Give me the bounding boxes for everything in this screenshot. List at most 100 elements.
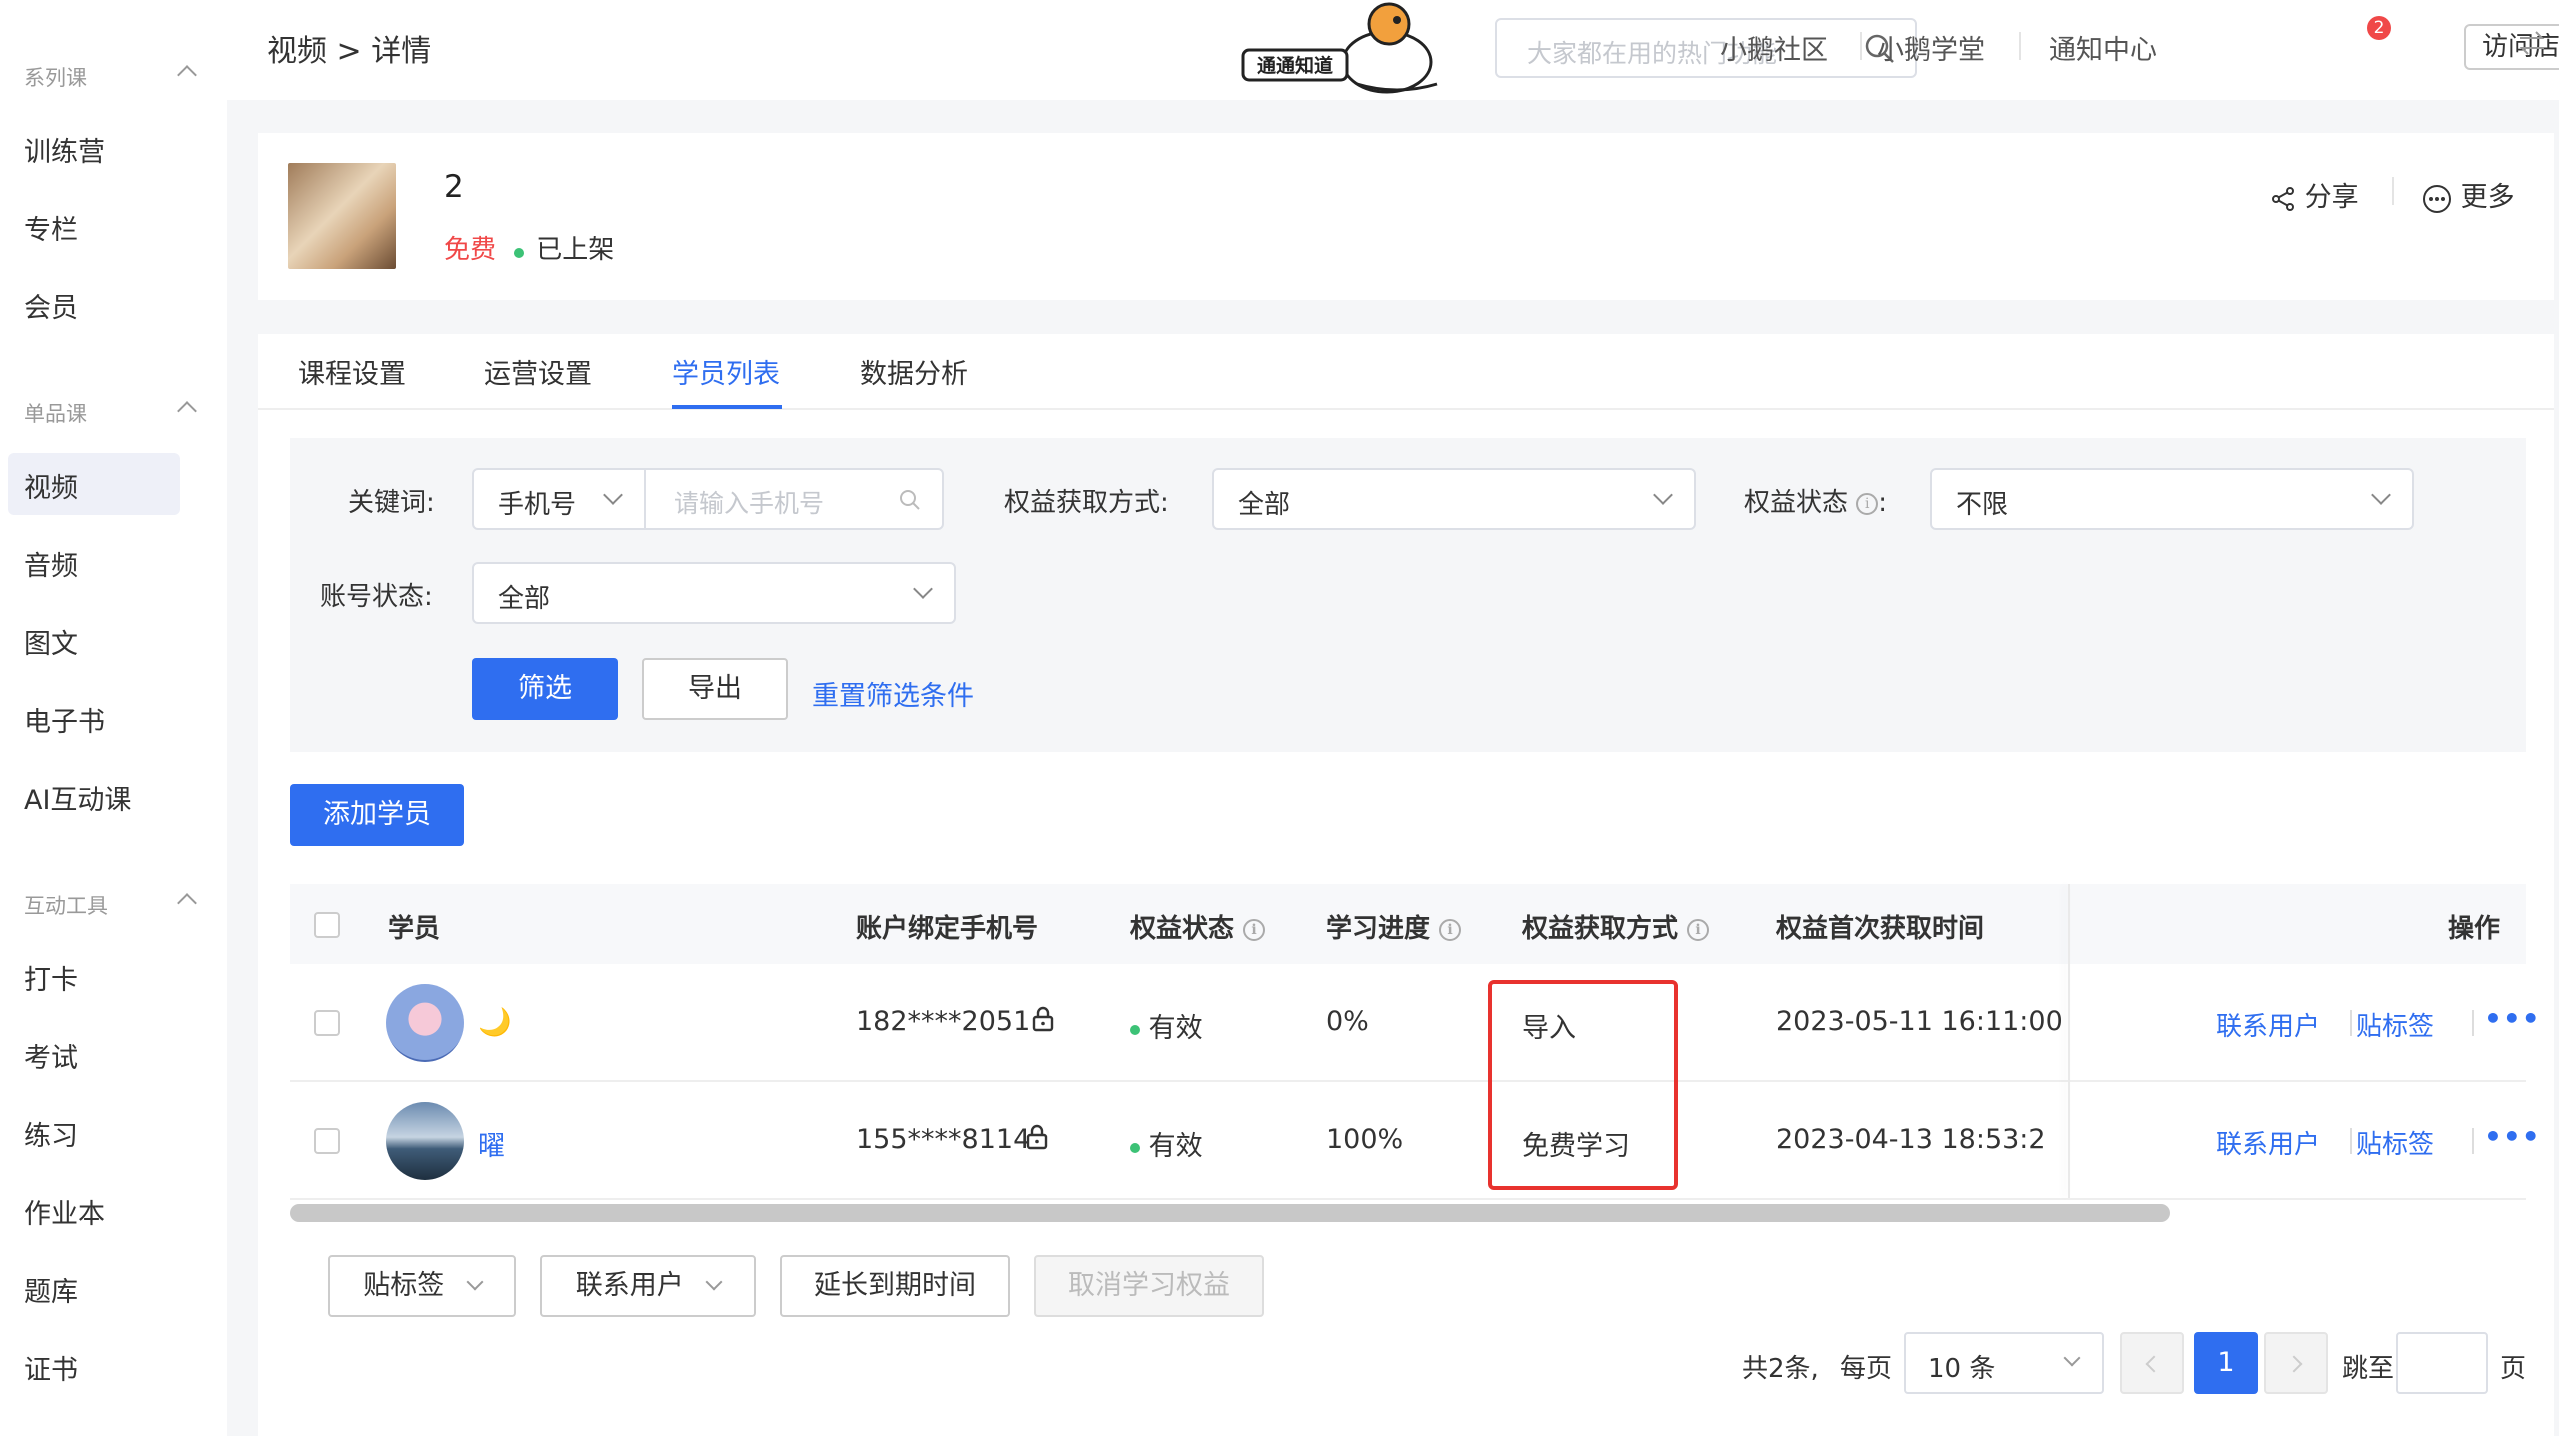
jump-page-input[interactable]: [2396, 1332, 2488, 1394]
chevron-up-icon: [177, 893, 197, 913]
extend-expiry-button[interactable]: 延长到期时间: [780, 1255, 1010, 1317]
page-current[interactable]: 1: [2194, 1332, 2258, 1394]
community-link[interactable]: 小鹅社区: [1720, 28, 1828, 67]
tab-course-settings[interactable]: 课程设置: [298, 352, 406, 391]
sidebar-item-video[interactable]: 视频: [24, 466, 78, 505]
avatar[interactable]: [386, 984, 464, 1062]
highlight-box: [1488, 980, 1678, 1190]
sidebar-item-homework[interactable]: 作业本: [24, 1192, 105, 1231]
col-benefit-status: 权益状态 i: [1130, 908, 1266, 945]
bulk-contact-button[interactable]: 联系用户: [540, 1255, 756, 1317]
revoke-benefit-button[interactable]: 取消学习权益: [1034, 1255, 1264, 1317]
benefit-status-label: 权益状态 i:: [1744, 488, 1888, 518]
sidebar-item-article[interactable]: 图文: [24, 622, 78, 661]
export-button[interactable]: 导出: [642, 658, 788, 720]
sidebar: 系列课 训练营 专栏 会员 单品课 视频 音频 图文 电子书 AI互动课 互动工…: [0, 0, 227, 1436]
add-student-button[interactable]: 添加学员: [290, 784, 464, 846]
info-icon[interactable]: i: [1687, 918, 1710, 941]
chevron-up-icon: [177, 401, 197, 421]
lock-icon[interactable]: [1026, 1124, 1048, 1150]
price-label: 免费: [444, 235, 497, 265]
info-icon[interactable]: i: [1856, 492, 1879, 515]
reset-filters-link[interactable]: 重置筛选条件: [812, 674, 974, 713]
sidebar-item-audio[interactable]: 音频: [24, 544, 78, 583]
total-count: 共2条,: [1742, 1354, 1819, 1384]
prev-page-button[interactable]: [2120, 1332, 2184, 1394]
sidebar-item-checkin[interactable]: 打卡: [24, 958, 78, 997]
divider: [2392, 177, 2394, 205]
table-row: 曜 155****8114 有效 100% 免费学习 2023-04-13 18…: [290, 1082, 2540, 1200]
benefit-status: 有效: [1130, 1006, 1203, 1045]
bulk-tag-button[interactable]: 贴标签: [328, 1255, 516, 1317]
student-name[interactable]: 🌙: [478, 1006, 512, 1038]
divider: [1860, 32, 1862, 60]
course-cover-image: [288, 163, 396, 269]
chevron-down-icon: [466, 1273, 484, 1291]
filter-button[interactable]: 筛选: [472, 658, 618, 720]
sidebar-item-ai-course[interactable]: AI互动课: [24, 778, 131, 817]
student-name[interactable]: 曜: [478, 1124, 505, 1163]
acquire-method-select[interactable]: 全部: [1212, 468, 1696, 530]
sidebar-group-tools[interactable]: 互动工具: [24, 890, 197, 920]
chevron-left-icon: [2145, 1355, 2163, 1373]
sidebar-item-practice[interactable]: 练习: [24, 1114, 78, 1153]
sidebar-item-question-bank[interactable]: 题库: [24, 1270, 78, 1309]
account-status-select[interactable]: 全部: [472, 562, 956, 624]
sidebar-group-single[interactable]: 单品课: [24, 398, 197, 428]
per-page-label: 每页: [1840, 1354, 1893, 1384]
fixed-column-divider: [2068, 884, 2070, 1198]
course-card: 2 免费 已上架 分享 更多: [258, 133, 2554, 300]
notification-center-link[interactable]: 通知中心: [2049, 28, 2157, 67]
search-input[interactable]: 大家都在用的热门功能: [1495, 18, 1917, 78]
tab-data-analysis[interactable]: 数据分析: [860, 352, 968, 391]
chevron-down-icon: [913, 579, 933, 599]
chevron-right-icon: [2285, 1355, 2303, 1373]
contact-user-link[interactable]: 联系用户: [2216, 1124, 2320, 1161]
horizontal-scrollbar[interactable]: [290, 1204, 2170, 1222]
info-icon[interactable]: i: [1243, 918, 1266, 941]
sidebar-item-exam[interactable]: 考试: [24, 1036, 78, 1075]
first-acquire-time: 2023-04-13 18:53:2: [1776, 1124, 2046, 1155]
switch-icon[interactable]: [2517, 28, 2547, 58]
mascot-logo: 通通知道: [1241, 2, 1438, 94]
share-button[interactable]: 分享: [2270, 175, 2359, 214]
tab-student-list[interactable]: 学员列表: [672, 352, 780, 391]
row-checkbox[interactable]: [314, 1010, 340, 1036]
search-icon: [900, 490, 920, 510]
study-progress: 100%: [1326, 1124, 1404, 1155]
more-actions-icon[interactable]: •••: [2484, 1002, 2541, 1035]
contact-user-link[interactable]: 联系用户: [2216, 1006, 2320, 1043]
keyword-type-select[interactable]: 手机号: [472, 468, 646, 530]
select-all-checkbox[interactable]: [314, 912, 340, 938]
academy-link[interactable]: 小鹅学堂: [1877, 28, 1985, 67]
row-checkbox[interactable]: [314, 1128, 340, 1154]
avatar[interactable]: [386, 1102, 464, 1180]
keyword-input[interactable]: 请输入手机号: [644, 468, 944, 530]
next-page-button[interactable]: [2264, 1332, 2328, 1394]
col-phone: 账户绑定手机号: [856, 914, 1039, 944]
publish-status: 已上架: [514, 229, 614, 266]
page-size-select[interactable]: 10 条: [1904, 1332, 2104, 1394]
tag-link[interactable]: 贴标签: [2356, 1124, 2434, 1161]
sidebar-group-series[interactable]: 系列课: [24, 62, 197, 92]
sidebar-item-certificate[interactable]: 证书: [24, 1348, 78, 1387]
status-dot: [1130, 1142, 1140, 1153]
more-button[interactable]: 更多: [2422, 175, 2515, 214]
lock-icon[interactable]: [1032, 1006, 1054, 1032]
sidebar-item-camp[interactable]: 训练营: [24, 130, 105, 169]
tab-operation-settings[interactable]: 运营设置: [484, 352, 592, 391]
sidebar-item-member[interactable]: 会员: [24, 286, 78, 325]
chevron-down-icon: [2371, 485, 2391, 505]
benefit-status-select[interactable]: 不限: [1930, 468, 2414, 530]
chevron-down-icon: [2063, 1349, 2081, 1367]
course-title: 2: [444, 169, 464, 205]
more-actions-icon[interactable]: •••: [2484, 1120, 2541, 1153]
sidebar-item-ebook[interactable]: 电子书: [24, 700, 105, 739]
study-progress: 0%: [1326, 1006, 1369, 1037]
tag-link[interactable]: 贴标签: [2356, 1006, 2434, 1043]
sidebar-item-column[interactable]: 专栏: [24, 208, 78, 247]
info-icon[interactable]: i: [1439, 918, 1462, 941]
status-dot: [514, 248, 524, 258]
breadcrumb[interactable]: 视频 > 详情: [267, 26, 431, 70]
col-progress: 学习进度 i: [1326, 908, 1462, 945]
